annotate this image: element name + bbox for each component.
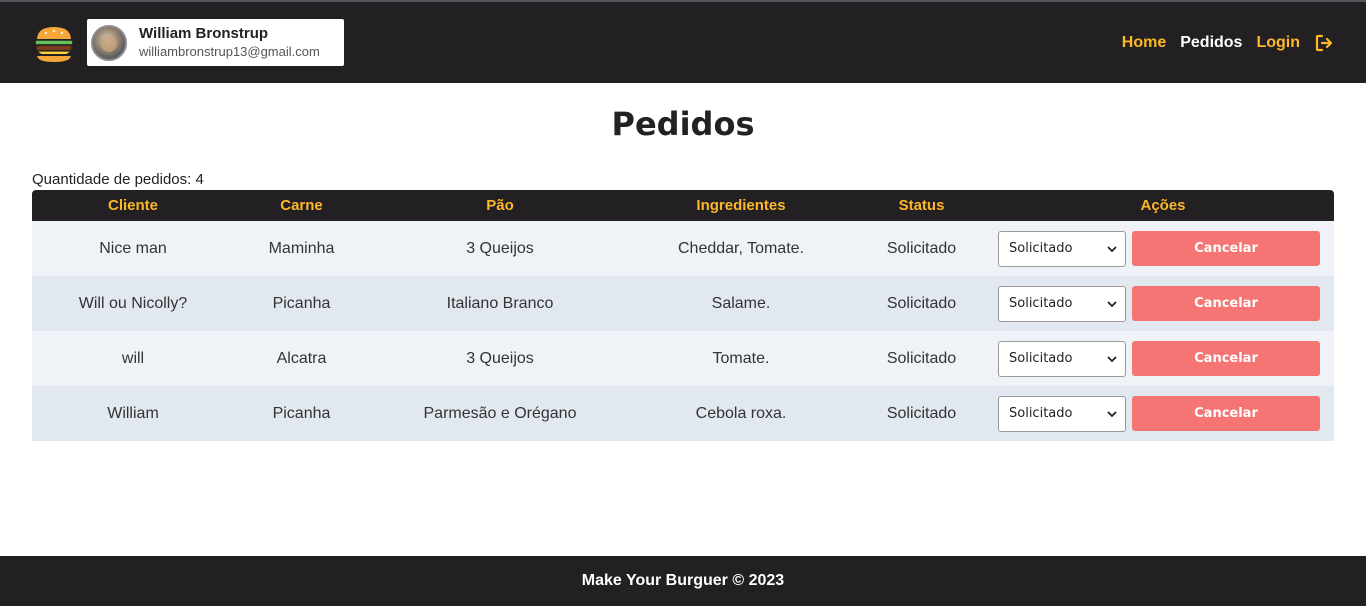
chevron-down-icon: [1107, 245, 1117, 252]
header-ingredientes: Ingredientes: [696, 197, 786, 214]
nav-login-link[interactable]: Login: [1256, 34, 1300, 52]
cancel-button[interactable]: Cancelar: [1132, 396, 1320, 431]
avatar: [91, 24, 127, 61]
cell-actions: Solicitado Cancelar: [992, 221, 1334, 276]
cell-cliente: William: [107, 404, 159, 422]
nav-pedidos-link[interactable]: Pedidos: [1180, 34, 1242, 52]
cancel-button[interactable]: Cancelar: [1132, 286, 1320, 321]
cell-carne: Alcatra: [276, 349, 327, 367]
cell-carne: Picanha: [272, 294, 331, 312]
cell-carne: Maminha: [268, 239, 335, 257]
table-row: William Picanha Parmesão e Orégano Cebol…: [32, 386, 1334, 441]
chevron-down-icon: [1107, 355, 1117, 362]
status-select[interactable]: Solicitado: [998, 285, 1126, 322]
cell-actions: Solicitado Cancelar: [992, 331, 1334, 386]
main-nav: Home Pedidos Login: [1122, 2, 1334, 83]
chevron-down-icon: [1107, 410, 1117, 417]
status-select-value: Solicitado: [1009, 351, 1073, 366]
status-select-value: Solicitado: [1009, 296, 1073, 311]
cell-actions: Solicitado Cancelar: [992, 276, 1334, 331]
header-status: Status: [898, 197, 945, 214]
header-pao: Pão: [486, 197, 514, 214]
cell-cliente: will: [121, 349, 145, 367]
cell-pao: Italiano Branco: [446, 294, 554, 312]
table-header-row: Cliente Carne Pão Ingredientes Status Aç…: [32, 190, 1334, 221]
cell-ingredientes: Cebola roxa.: [695, 404, 787, 422]
cell-cliente: Nice man: [99, 239, 167, 257]
page-title: Pedidos: [611, 105, 755, 143]
cell-status: Solicitado: [886, 294, 957, 312]
cell-pao: 3 Queijos: [466, 349, 534, 367]
orders-count-value: 4: [195, 171, 204, 188]
orders-count: Quantidade de pedidos: 4: [32, 170, 1334, 190]
status-select[interactable]: Solicitado: [998, 395, 1126, 432]
cell-cliente: Will ou Nicolly?: [78, 294, 188, 312]
cancel-button[interactable]: Cancelar: [1132, 231, 1320, 266]
cell-status: Solicitado: [886, 349, 957, 367]
main-content: Pedidos Quantidade de pedidos: 4 Cliente…: [0, 83, 1366, 556]
navbar: William Bronstrup williambronstrup13@gma…: [0, 2, 1366, 83]
footer-text: Make Your Burguer © 2023: [581, 572, 785, 589]
header-acoes: Ações: [1140, 197, 1186, 214]
chevron-down-icon: [1107, 300, 1117, 307]
header-cliente: Cliente: [107, 197, 158, 214]
cancel-button[interactable]: Cancelar: [1132, 341, 1320, 376]
orders-table: Cliente Carne Pão Ingredientes Status Aç…: [32, 190, 1334, 441]
logout-icon[interactable]: [1314, 33, 1334, 53]
cell-pao: 3 Queijos: [466, 239, 534, 257]
user-card: William Bronstrup williambronstrup13@gma…: [87, 19, 344, 66]
cell-ingredientes: Cheddar, Tomate.: [677, 239, 804, 257]
status-select[interactable]: Solicitado: [998, 230, 1126, 267]
cell-actions: Solicitado Cancelar: [992, 386, 1334, 441]
table-row: Nice man Maminha 3 Queijos Cheddar, Toma…: [32, 221, 1334, 276]
cell-ingredientes: Tomate.: [712, 349, 770, 367]
cell-pao: Parmesão e Orégano: [423, 404, 577, 422]
status-select-value: Solicitado: [1009, 406, 1073, 421]
user-name: William Bronstrup: [139, 25, 269, 42]
orders-count-label: Quantidade de pedidos:: [32, 171, 196, 188]
nav-home-link[interactable]: Home: [1122, 34, 1166, 52]
cell-carne: Picanha: [272, 404, 331, 422]
header-carne: Carne: [280, 197, 323, 214]
table-row: Will ou Nicolly? Picanha Italiano Branco…: [32, 276, 1334, 331]
cell-ingredientes: Salame.: [711, 294, 771, 312]
user-email: williambronstrup13@gmail.com: [139, 44, 320, 59]
cell-status: Solicitado: [886, 404, 957, 422]
table-row: will Alcatra 3 Queijos Tomate. Solicitad…: [32, 331, 1334, 386]
cell-status: Solicitado: [886, 239, 957, 257]
status-select[interactable]: Solicitado: [998, 340, 1126, 377]
status-select-value: Solicitado: [1009, 241, 1073, 256]
burger-icon[interactable]: [32, 22, 76, 66]
footer: Make Your Burguer © 2023: [0, 556, 1366, 606]
